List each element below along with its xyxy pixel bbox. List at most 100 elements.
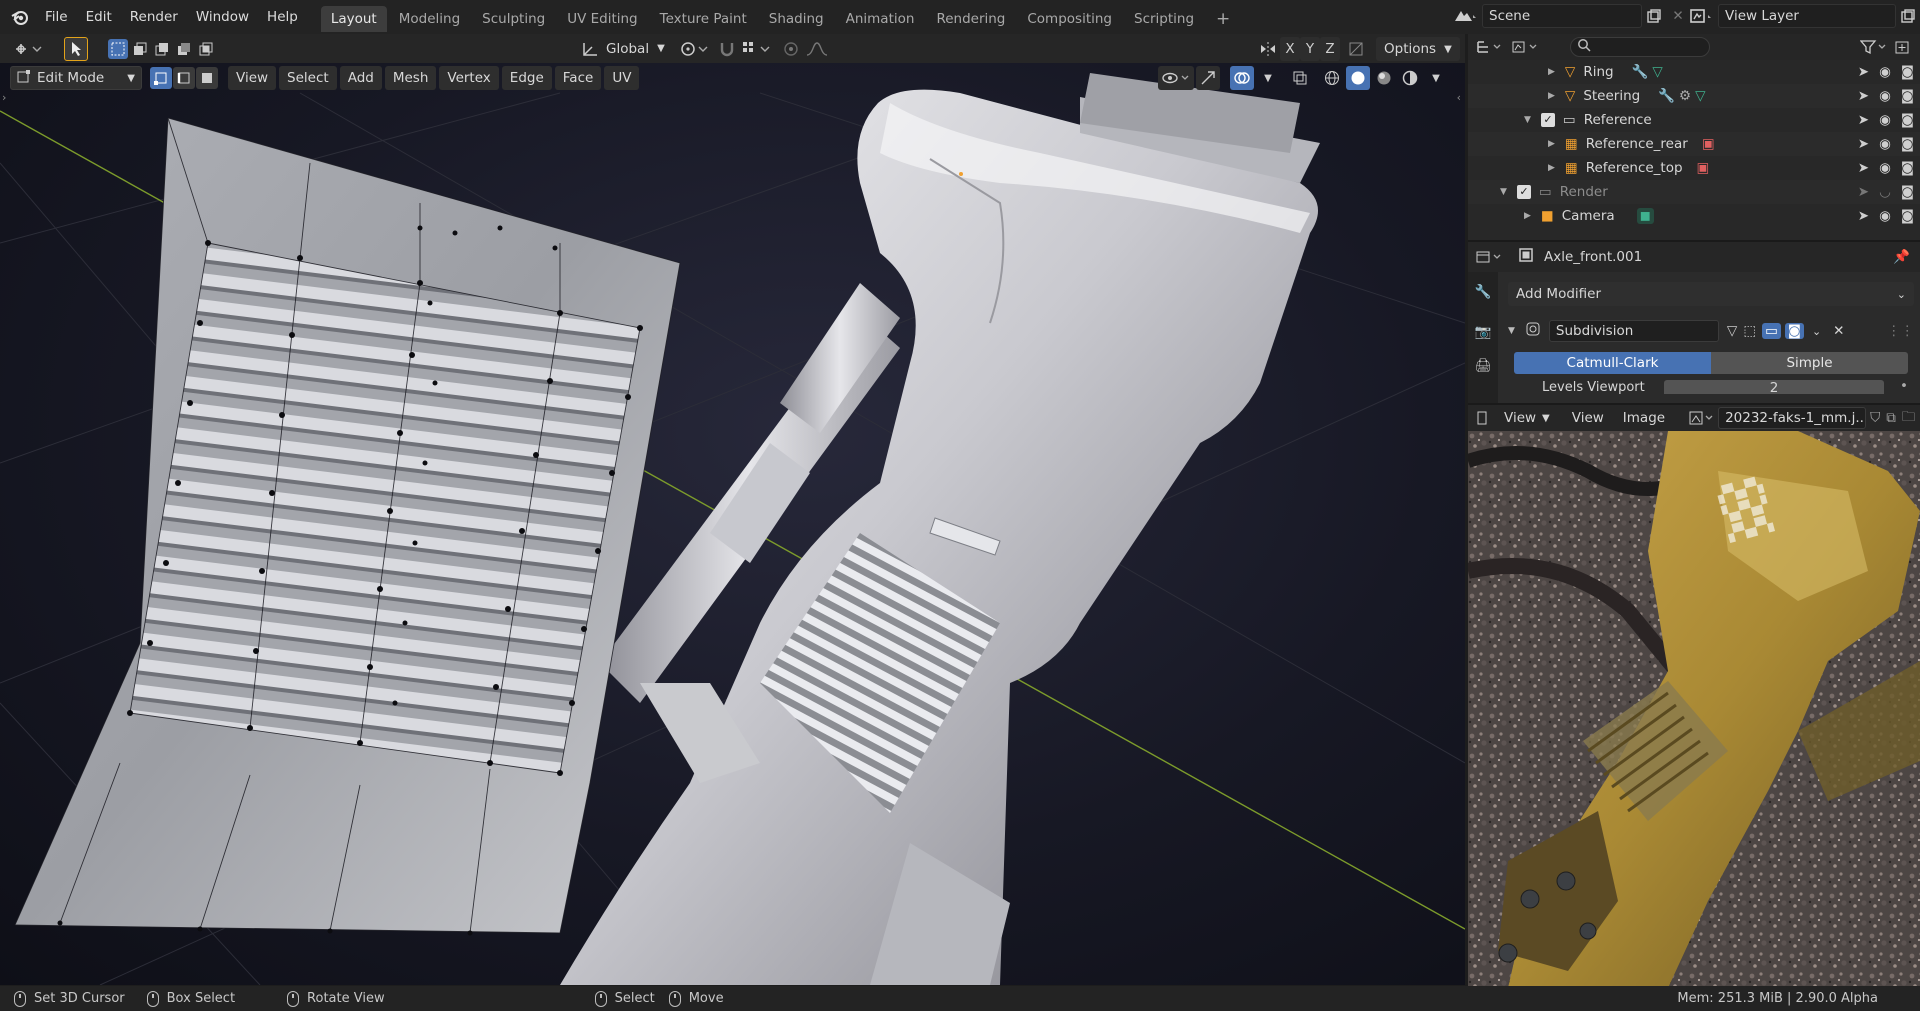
eye-closed-icon[interactable]: ◡	[1879, 184, 1891, 200]
expand-arrow-icon[interactable]: ▶	[1524, 211, 1531, 221]
edit-mode-toggle-icon[interactable]: ▽	[1727, 323, 1737, 339]
menu-window[interactable]: Window	[187, 0, 258, 34]
menu-view[interactable]: View	[228, 66, 277, 90]
image-mode-dropdown[interactable]: View ▼	[1500, 410, 1554, 426]
modifier-name-field[interactable]: Subdivision	[1548, 320, 1719, 342]
vertex-select-icon[interactable]	[150, 67, 172, 89]
tab-modeling[interactable]: Modeling	[389, 6, 470, 32]
drag-handle-icon[interactable]: ⋮⋮	[1887, 323, 1914, 339]
rendered-shading-icon[interactable]	[1398, 66, 1422, 90]
menu-add[interactable]: Add	[339, 66, 382, 90]
view-layer-icon[interactable]	[1684, 4, 1718, 28]
scene-icon[interactable]	[1448, 4, 1482, 28]
cage-toggle-icon[interactable]: ⬚	[1743, 323, 1756, 339]
new-collection-icon[interactable]	[1890, 35, 1914, 59]
menu-edit[interactable]: Edit	[77, 0, 121, 34]
select-subtract-icon[interactable]	[152, 39, 172, 59]
open-image-icon[interactable]: 🗀	[1902, 407, 1916, 430]
new-view-layer-icon[interactable]	[1896, 4, 1920, 28]
menu-edge[interactable]: Edge	[501, 66, 552, 90]
edge-select-icon[interactable]	[173, 67, 195, 89]
tab-sculpting[interactable]: Sculpting	[472, 6, 555, 32]
menu-help[interactable]: Help	[258, 0, 307, 34]
filter-icon[interactable]	[1858, 35, 1890, 59]
proportional-falloff-icon[interactable]	[803, 37, 837, 61]
outliner-row-reference-rear[interactable]: ▶ ▦ Reference_rear ▣ ➤ ◉ ◙	[1468, 132, 1920, 156]
xray-icon[interactable]	[1288, 66, 1312, 90]
outliner-editor-icon[interactable]	[1472, 35, 1508, 59]
camera-toggle-icon[interactable]: ◙	[1901, 136, 1914, 152]
outliner-row-camera[interactable]: ▶ ■ Camera ◼ ➤ ◉ ◙	[1468, 204, 1920, 228]
gizmo-icon[interactable]	[1196, 66, 1220, 90]
scene-field[interactable]: Scene	[1482, 4, 1642, 28]
expand-arrow-icon[interactable]: ▶	[1548, 91, 1555, 101]
camera-toggle-icon[interactable]: ◙	[1901, 184, 1914, 200]
outliner-row-reference-top[interactable]: ▶ ▦ Reference_top ▣ ➤ ◉ ◙	[1468, 156, 1920, 180]
eye-icon[interactable]: ◉	[1879, 208, 1891, 224]
expand-arrow-icon[interactable]: ▶	[1548, 163, 1555, 173]
properties-editor-icon[interactable]	[1472, 245, 1508, 269]
camera-toggle-icon[interactable]: ◙	[1901, 64, 1914, 80]
select-toggle-icon[interactable]: ➤	[1858, 112, 1869, 128]
mode-dropdown[interactable]: Edit Mode ▼	[10, 66, 142, 90]
select-new-icon[interactable]	[108, 38, 128, 59]
orientation-dropdown[interactable]: Global ▼	[602, 37, 669, 61]
menu-uv[interactable]: UV	[604, 66, 640, 90]
catmull-clark-button[interactable]: Catmull-Clark	[1514, 352, 1711, 374]
chevron-down-icon[interactable]: ⌄	[1812, 325, 1821, 338]
3d-viewport[interactable]: Edit Mode ▼ View Select Add Mesh Vertex …	[0, 63, 1465, 985]
levels-viewport-slider[interactable]: 2	[1664, 380, 1884, 394]
eye-icon[interactable]: ◉	[1879, 112, 1891, 128]
select-toggle-icon[interactable]: ➤	[1858, 160, 1869, 176]
camera-toggle-icon[interactable]: ◙	[1901, 208, 1914, 224]
snap-toggle-icon[interactable]	[715, 37, 739, 61]
tab-uv-editing[interactable]: UV Editing	[557, 6, 647, 32]
close-icon[interactable]: ✕	[1833, 323, 1844, 339]
outliner-row-render[interactable]: ▼ ✓ ▭ Render ➤ ◡ ◙	[1468, 180, 1920, 204]
camera-toggle-icon[interactable]: ◙	[1901, 88, 1914, 104]
menu-mesh[interactable]: Mesh	[384, 66, 437, 90]
proportional-edit-icon[interactable]	[779, 37, 803, 61]
menu-select[interactable]: Select	[279, 66, 337, 90]
select-tool-icon[interactable]	[64, 36, 88, 61]
viewport-toggle-icon[interactable]: ▭	[1762, 323, 1781, 339]
outliner-row-ring[interactable]: ▶ ▽ Ring 🔧 ▽ ➤ ◉ ◙	[1468, 60, 1920, 84]
tab-scripting[interactable]: Scripting	[1124, 6, 1204, 32]
overlay-icon[interactable]	[1230, 66, 1254, 90]
collapse-arrow-icon[interactable]: ▼	[1524, 115, 1531, 125]
new-scene-icon[interactable]	[1642, 4, 1666, 28]
checkbox-checked-icon[interactable]: ✓	[1516, 185, 1531, 199]
render-tab-icon[interactable]: 📷	[1471, 320, 1495, 344]
select-toggle-icon[interactable]: ➤	[1858, 64, 1869, 80]
camera-toggle-icon[interactable]: ◙	[1901, 160, 1914, 176]
overlay-dropdown-icon[interactable]: ▼	[1256, 66, 1280, 90]
outliner-row-reference[interactable]: ▼ ✓ ▭ Reference ➤ ◉ ◙	[1468, 108, 1920, 132]
menu-face[interactable]: Face	[554, 66, 602, 90]
shading-dropdown-icon[interactable]: ▼	[1424, 66, 1448, 90]
simple-button[interactable]: Simple	[1711, 352, 1908, 374]
eye-icon[interactable]: ◉	[1879, 160, 1891, 176]
tool-tab-icon[interactable]: 🔧	[1471, 280, 1495, 304]
pivot-point-icon[interactable]	[677, 37, 711, 61]
expand-arrow-icon[interactable]: ▶	[1548, 139, 1555, 149]
camera-toggle-icon[interactable]: ◙	[1901, 112, 1914, 128]
collapse-arrow-icon[interactable]: ▼	[1500, 187, 1507, 197]
image-menu-view[interactable]: View	[1564, 406, 1612, 430]
new-image-icon[interactable]: ⧉	[1886, 410, 1896, 426]
outliner-row-steering[interactable]: ▶ ▽ Steering 🔧 ⚙ ▽ ➤ ◉ ◙	[1468, 84, 1920, 108]
tab-texture-paint[interactable]: Texture Paint	[650, 6, 757, 32]
display-mode-icon[interactable]	[1508, 35, 1544, 59]
select-intersect-icon[interactable]	[196, 39, 216, 59]
checkbox-checked-icon[interactable]: ✓	[1540, 113, 1555, 127]
material-shading-icon[interactable]	[1372, 66, 1396, 90]
blender-logo-icon[interactable]	[8, 5, 32, 29]
menu-render[interactable]: Render	[121, 0, 187, 34]
keyframe-dot-icon[interactable]: •	[1900, 380, 1908, 394]
eye-icon[interactable]: ◉	[1879, 88, 1891, 104]
image-browse-icon[interactable]	[1686, 406, 1718, 430]
image-menu-image[interactable]: Image	[1615, 406, 1673, 430]
mirror-z-toggle[interactable]: Z	[1320, 37, 1340, 61]
collapse-arrow-icon[interactable]: ▼	[1508, 326, 1515, 336]
mirror-x-toggle[interactable]: X	[1280, 37, 1300, 61]
tab-rendering[interactable]: Rendering	[926, 6, 1015, 32]
